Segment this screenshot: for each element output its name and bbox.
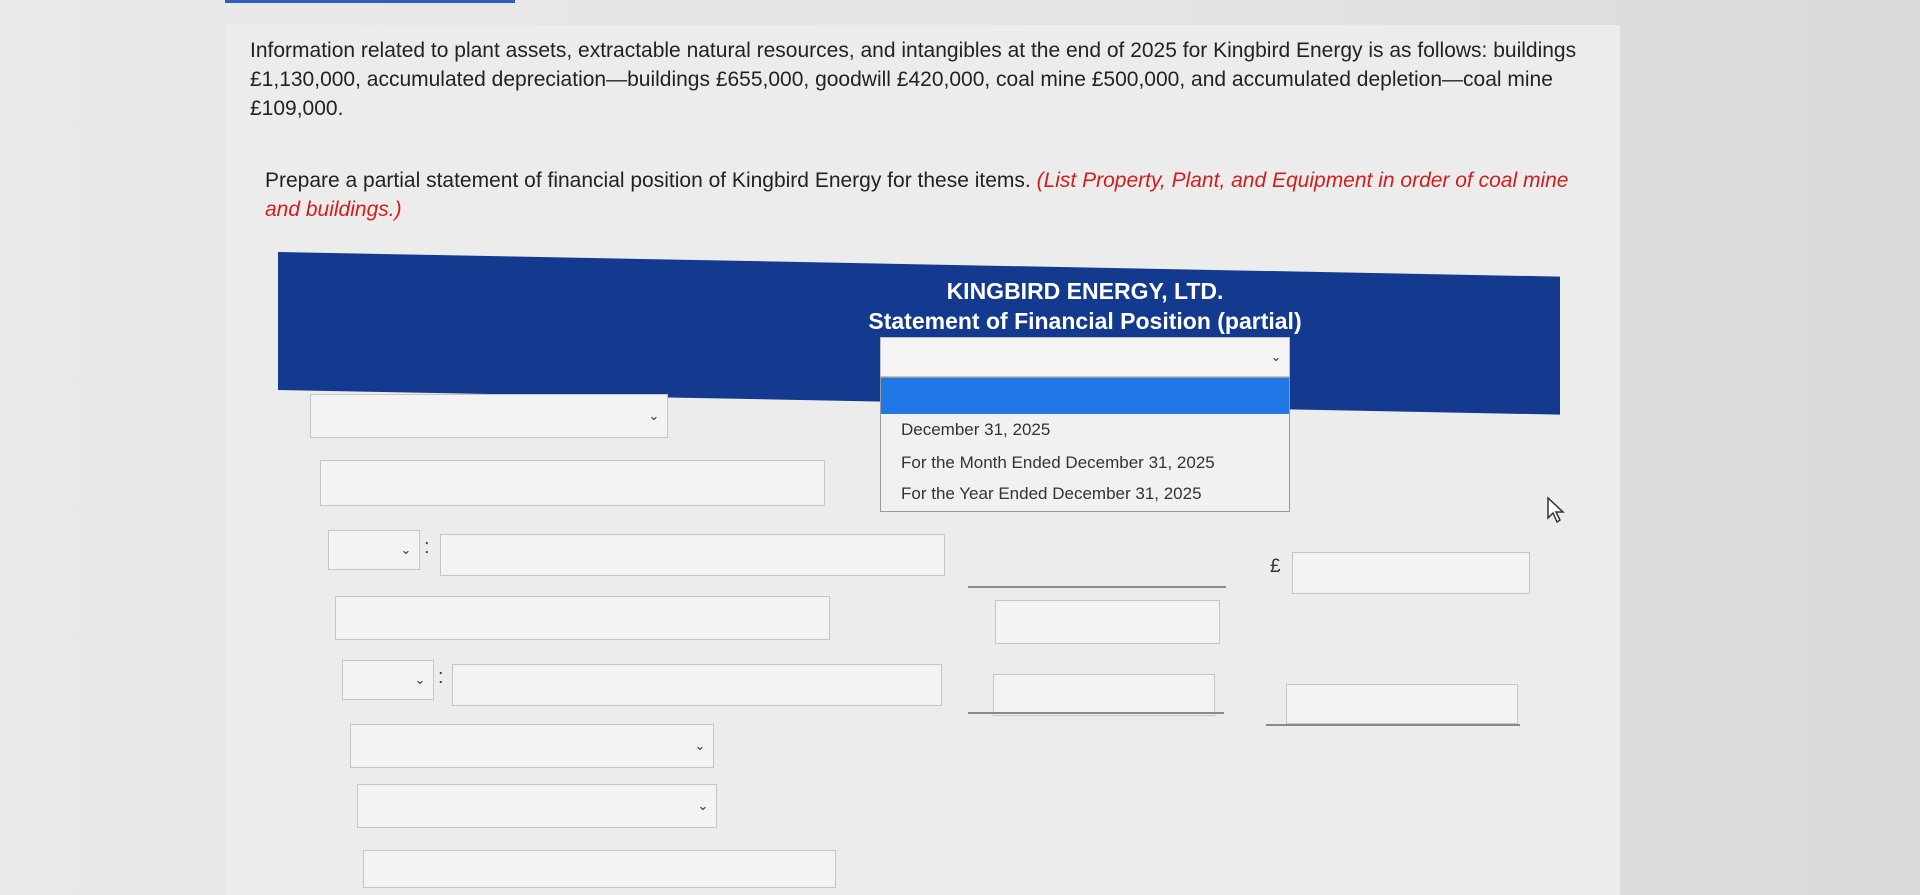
chevron-down-icon: ⌄ [400,542,412,557]
subheading-input-1[interactable] [320,460,825,506]
question-text: Prepare a partial statement of financial… [265,169,1031,192]
chevron-down-icon: ⌄ [414,672,426,687]
chevron-down-icon: ⌄ [648,408,660,423]
colon-separator-1: : [424,536,430,558]
amount-input-2[interactable] [993,674,1215,716]
subheading-input-3[interactable] [363,850,836,888]
statement-title: Statement of Financial Position (partial… [868,308,1302,334]
currency-symbol: £ [1270,556,1281,577]
amount-input-1[interactable] [995,600,1220,644]
dropdown-option-blank[interactable] [881,378,1289,414]
colon-separator-2: : [438,666,444,688]
dropdown-option-december-31[interactable]: December 31, 2025 [901,420,1050,440]
amount-input-total-1[interactable] [1292,552,1530,594]
subheading-input-2[interactable] [335,596,830,640]
problem-intro: Information related to plant assets, ext… [250,39,1577,120]
chevron-down-icon: ⌄ [697,798,709,813]
amount-input-total-2[interactable] [1286,684,1518,724]
question-prompt: Prepare a partial statement of financial… [265,166,1585,224]
section-select-3[interactable]: ⌄ [357,784,717,828]
section-select-1[interactable]: ⌄ [310,394,668,438]
dropdown-option-month-ended[interactable]: For the Month Ended December 31, 2025 [901,453,1215,473]
account-input-1[interactable] [440,534,945,576]
dropdown-option-year-ended[interactable]: For the Year Ended December 31, 2025 [901,484,1202,504]
date-dropdown-list[interactable]: December 31, 2025 For the Month Ended De… [880,377,1290,512]
chevron-down-icon: ⌄ [1270,349,1282,364]
account-select-1[interactable]: ⌄ [328,530,420,570]
account-input-2[interactable] [452,664,942,706]
chevron-down-icon: ⌄ [694,738,706,753]
date-select[interactable]: ⌄ [880,337,1290,377]
top-accent-bar [225,0,515,3]
amount-underline-3 [1266,724,1520,726]
mouse-pointer-icon [1547,496,1565,524]
account-select-2[interactable]: ⌄ [342,660,434,700]
company-name: KINGBIRD ENERGY, LTD. [946,278,1224,304]
amount-underline-1 [968,586,1226,588]
statement-heading: KINGBIRD ENERGY, LTD. Statement of Finan… [835,276,1335,336]
amount-underline-2 [968,712,1224,714]
section-select-2[interactable]: ⌄ [350,724,714,768]
